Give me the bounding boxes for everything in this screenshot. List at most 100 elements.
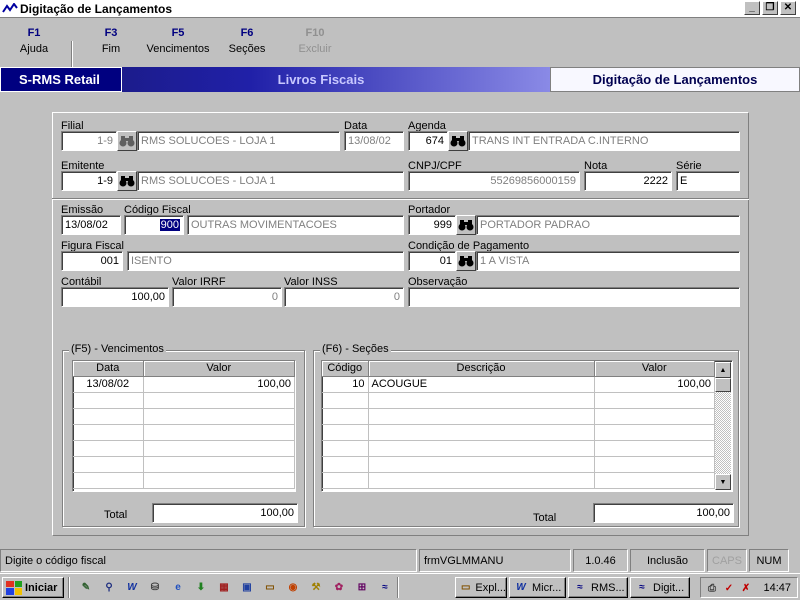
f10-delete-button[interactable]: F10 Excluir <box>292 27 338 55</box>
empty-cell[interactable] <box>322 408 369 425</box>
valor-irrf-field[interactable]: 0 <box>172 287 282 307</box>
clock[interactable]: 14:47 <box>763 582 791 594</box>
printer-icon[interactable]: ⎙ <box>704 580 720 596</box>
f5-due-dates-button[interactable]: F5 Vencimentos <box>143 27 213 55</box>
secao-valor-cell[interactable]: 100,00 <box>594 376 715 393</box>
condicao-pagamento-code-field[interactable]: 01 <box>408 251 456 271</box>
scroll-down-icon[interactable]: ▼ <box>715 474 731 490</box>
ball-icon[interactable]: ◉ <box>285 579 301 595</box>
filial-lookup-button[interactable] <box>117 131 137 151</box>
task-digitacao[interactable]: ≈ Digit... <box>630 577 690 598</box>
column-header[interactable]: Descrição <box>368 361 595 377</box>
f1-help-button[interactable]: F1 Ajuda <box>14 27 54 55</box>
observacao-field[interactable] <box>408 287 740 307</box>
valor-inss-field[interactable]: 0 <box>284 287 404 307</box>
empty-cell[interactable] <box>73 392 144 409</box>
terminal-icon[interactable]: ▣ <box>239 579 255 595</box>
empty-cell[interactable] <box>73 472 144 489</box>
grid-app-icon[interactable]: ▦ <box>216 579 232 595</box>
restore-button[interactable]: ❐ <box>762 1 778 15</box>
table-row[interactable] <box>73 424 295 441</box>
empty-cell[interactable] <box>594 408 715 425</box>
empty-cell[interactable] <box>322 424 369 441</box>
portador-lookup-button[interactable] <box>456 215 476 235</box>
empty-cell[interactable] <box>594 472 715 489</box>
empty-cell[interactable] <box>594 392 715 409</box>
emitente-code-field[interactable]: 1-9 <box>61 171 117 191</box>
column-header[interactable]: Valor <box>594 361 715 377</box>
notepad-icon[interactable]: ✎ <box>78 579 94 595</box>
ie-icon[interactable]: e <box>170 579 186 595</box>
volume-muted-icon[interactable]: ✗ <box>738 580 754 596</box>
network-tray-icon[interactable]: ✓ <box>721 580 737 596</box>
empty-cell[interactable] <box>73 440 144 457</box>
cnpj-field[interactable]: 55269856000159 <box>408 171 580 191</box>
filial-code-field[interactable]: 1-9 <box>61 131 117 151</box>
paint-icon[interactable]: ✿ <box>331 579 347 595</box>
winzip-icon[interactable]: ⊞ <box>354 579 370 595</box>
vencimentos-grid[interactable]: Data Valor 13/08/02 100,00 <box>72 360 296 492</box>
agenda-lookup-button[interactable] <box>448 131 468 151</box>
empty-cell[interactable] <box>368 440 595 457</box>
figura-fiscal-code-field[interactable]: 001 <box>61 251 123 271</box>
table-row[interactable] <box>73 392 295 409</box>
empty-cell[interactable] <box>594 424 715 441</box>
emissao-field[interactable]: 13/08/02 <box>61 215 121 235</box>
empty-cell[interactable] <box>322 472 369 489</box>
data-field[interactable]: 13/08/02 <box>344 131 404 151</box>
empty-cell[interactable] <box>322 456 369 473</box>
empty-cell[interactable] <box>73 408 144 425</box>
empty-cell[interactable] <box>322 392 369 409</box>
empty-cell[interactable] <box>143 472 295 489</box>
network-icon[interactable]: ⛁ <box>147 579 163 595</box>
table-row[interactable] <box>73 472 295 489</box>
secoes-grid[interactable]: Código Descrição Valor 10 ACOUGUE 100,00… <box>321 360 733 492</box>
table-row[interactable] <box>73 440 295 457</box>
f3-exit-button[interactable]: F3 Fim <box>91 27 131 55</box>
column-header[interactable]: Valor <box>143 361 295 377</box>
empty-cell[interactable] <box>594 440 715 457</box>
vencimento-data-cell[interactable]: 13/08/02 <box>73 376 144 393</box>
table-row[interactable] <box>322 408 715 425</box>
empty-cell[interactable] <box>73 456 144 473</box>
secao-descricao-cell[interactable]: ACOUGUE <box>368 376 595 393</box>
task-explorer[interactable]: ▭ Expl... <box>455 577 507 598</box>
empty-cell[interactable] <box>143 392 295 409</box>
empty-cell[interactable] <box>143 408 295 425</box>
condicao-pagamento-lookup-button[interactable] <box>456 251 476 271</box>
table-row[interactable]: 10 ACOUGUE 100,00 <box>322 376 715 393</box>
emitente-lookup-button[interactable] <box>117 171 137 191</box>
start-button[interactable]: Iniciar <box>2 577 64 598</box>
empty-cell[interactable] <box>143 440 295 457</box>
rms-quicklaunch-icon[interactable]: ≈ <box>377 579 393 595</box>
empty-cell[interactable] <box>322 440 369 457</box>
agenda-code-field[interactable]: 674 <box>408 131 448 151</box>
table-row[interactable]: 13/08/02 100,00 <box>73 376 295 393</box>
scroll-up-icon[interactable]: ▲ <box>715 362 731 378</box>
table-row[interactable] <box>322 392 715 409</box>
codigo-fiscal-field[interactable]: 900 <box>124 215 184 235</box>
tools-icon[interactable]: ⚒ <box>308 579 324 595</box>
vencimento-valor-cell[interactable]: 100,00 <box>143 376 295 393</box>
table-row[interactable] <box>322 424 715 441</box>
column-header[interactable]: Código <box>322 361 369 377</box>
empty-cell[interactable] <box>594 456 715 473</box>
word-icon[interactable]: W <box>124 579 140 595</box>
download-icon[interactable]: ⬇ <box>193 579 209 595</box>
table-row[interactable] <box>322 472 715 489</box>
window-title-bar[interactable]: Digitação de Lançamentos _ ❐ ✕ <box>0 0 800 18</box>
f6-sections-button[interactable]: F6 Seções <box>224 27 270 55</box>
serie-field[interactable]: E <box>676 171 740 191</box>
empty-cell[interactable] <box>368 472 595 489</box>
secoes-scrollbar[interactable]: ▲ ▼ <box>715 362 731 490</box>
scroll-thumb[interactable] <box>715 378 731 392</box>
table-row[interactable] <box>73 456 295 473</box>
close-button[interactable]: ✕ <box>780 1 796 15</box>
table-row[interactable] <box>322 456 715 473</box>
empty-cell[interactable] <box>368 408 595 425</box>
empty-cell[interactable] <box>143 456 295 473</box>
empty-cell[interactable] <box>368 456 595 473</box>
contabil-field[interactable]: 100,00 <box>61 287 169 307</box>
monitor-icon[interactable]: ▭ <box>262 579 278 595</box>
empty-cell[interactable] <box>73 424 144 441</box>
